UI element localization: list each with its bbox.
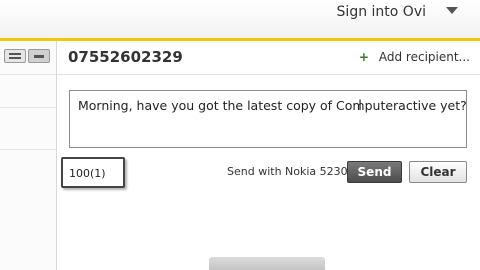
sidebar-divider [0, 149, 56, 150]
sidebar-divider [0, 107, 56, 108]
character-count: 100(1) [69, 167, 106, 180]
recipient-number: 07552602329 [68, 48, 183, 66]
view-toggle [4, 49, 52, 63]
add-recipient-label: Add recipient... [378, 50, 470, 64]
divider [57, 74, 480, 75]
message-textarea[interactable]: Morning, have you got the latest copy of… [69, 90, 467, 148]
chevron-down-icon[interactable] [446, 7, 458, 14]
plus-icon: + [358, 50, 369, 64]
add-recipient-link[interactable]: + Add recipient... [359, 50, 470, 64]
top-bar: Sign into Ovi [0, 0, 480, 41]
sign-in-link[interactable]: Sign into Ovi [337, 4, 426, 20]
sidebar [0, 41, 57, 270]
bottom-panel [209, 257, 325, 270]
sidebar-divider [0, 74, 56, 75]
character-counter: 100(1) [61, 157, 125, 188]
list-view-icon[interactable] [4, 49, 26, 63]
send-with-label: Send with Nokia 5230 [227, 165, 348, 178]
grid-view-icon[interactable] [28, 49, 50, 63]
text-cursor-icon: I [358, 99, 362, 115]
send-button[interactable]: Send [347, 161, 402, 183]
clear-button[interactable]: Clear [409, 161, 467, 183]
